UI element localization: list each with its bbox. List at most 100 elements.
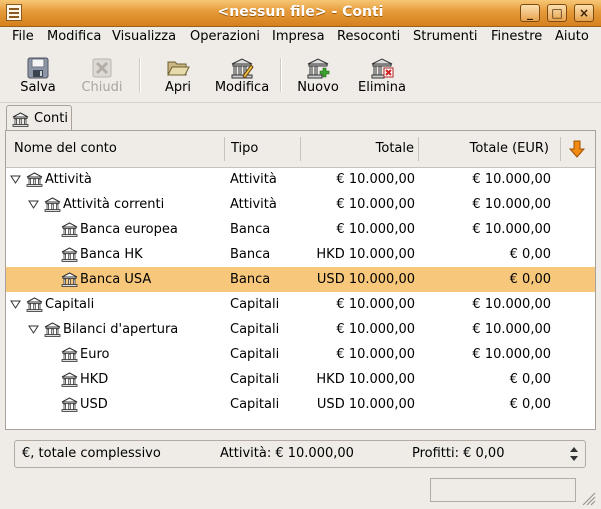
- column-picker-arrow-icon[interactable]: [569, 140, 585, 158]
- account-total-eur: € 10.000,00: [472, 197, 551, 212]
- maximize-button[interactable]: □: [547, 4, 567, 22]
- menu-aiuto[interactable]: Aiuto: [555, 27, 589, 47]
- menu-resoconti[interactable]: Resoconti: [337, 27, 400, 47]
- bank-icon: [44, 322, 61, 339]
- menu-finestre[interactable]: Finestre: [491, 27, 542, 47]
- account-type: Banca: [230, 247, 271, 262]
- account-name: Euro: [80, 347, 110, 362]
- account-total: € 10.000,00: [336, 197, 415, 212]
- expander-arrow-icon[interactable]: [28, 192, 39, 217]
- delete-account-icon: [371, 58, 394, 79]
- menu-visualizza[interactable]: Visualizza: [112, 27, 176, 47]
- bank-icon: [61, 247, 78, 264]
- account-row[interactable]: Attività Attività € 10.000,00 € 10.000,00: [6, 167, 595, 192]
- account-row[interactable]: Bilanci d'apertura Capitali € 10.000,00 € 1…: [6, 317, 595, 342]
- account-total-eur: € 10.000,00: [472, 322, 551, 337]
- summary-selector-arrows-icon[interactable]: [567, 445, 581, 463]
- bank-icon: [61, 372, 78, 389]
- account-type: Attività: [230, 172, 277, 187]
- close-page-button[interactable]: Chiudi: [76, 48, 128, 102]
- account-type: Capitali: [230, 297, 280, 312]
- account-total-eur: € 0,00: [509, 397, 551, 412]
- menu-strumenti[interactable]: Strumenti: [413, 27, 478, 47]
- expander-arrow-icon[interactable]: [10, 292, 21, 317]
- account-total: € 10.000,00: [336, 222, 415, 237]
- account-total-eur: € 10.000,00: [472, 172, 551, 187]
- expander-arrow-icon[interactable]: [28, 317, 39, 342]
- bank-icon: [61, 222, 78, 239]
- account-type: Banca: [230, 222, 271, 237]
- account-row[interactable]: USD Capitali USD 10.000,00 € 0,00: [6, 392, 595, 417]
- account-name: Bilanci d'apertura: [63, 322, 179, 337]
- account-total: € 10.000,00: [336, 347, 415, 362]
- status-progress-box: [430, 478, 576, 502]
- floppy-disk-icon: [27, 57, 49, 79]
- bank-icon: [61, 272, 78, 289]
- bank-icon: [12, 112, 29, 127]
- account-total-eur: € 10.000,00: [472, 222, 551, 237]
- toolbar: Salva Chiudi Apri Modifica Nuovo Elimina: [0, 48, 601, 103]
- folder-open-icon: [167, 61, 190, 76]
- account-total: € 10.000,00: [336, 297, 415, 312]
- summary-bar[interactable]: €, totale complessivo Attività: € 10.000…: [14, 440, 586, 468]
- bank-icon: [26, 297, 43, 314]
- account-row[interactable]: HKD Capitali HKD 10.000,00 € 0,00: [6, 367, 595, 392]
- toolbar-separator: [280, 58, 282, 92]
- new-account-label: Nuovo: [297, 80, 339, 95]
- save-button[interactable]: Salva: [12, 48, 64, 102]
- new-account-button[interactable]: Nuovo: [292, 48, 344, 102]
- delete-account-button[interactable]: Elimina: [354, 48, 410, 102]
- account-row[interactable]: Banca europea Banca € 10.000,00 € 10.000,00: [6, 217, 595, 242]
- column-header-type[interactable]: Tipo: [231, 131, 258, 167]
- new-account-icon: [307, 58, 330, 79]
- account-total-eur: € 0,00: [509, 372, 551, 387]
- column-header: Nome del conto Tipo Totale Totale (EUR): [6, 131, 595, 168]
- tab-conti[interactable]: Conti: [6, 105, 72, 131]
- account-type: Capitali: [230, 347, 280, 362]
- open-button[interactable]: Apri: [152, 48, 204, 102]
- close-page-icon: [92, 58, 112, 78]
- window-title: <nessun file> - Conti: [217, 4, 384, 20]
- tree-rows: Attività Attività € 10.000,00 € 10.000,00 At…: [6, 167, 595, 429]
- title-bar[interactable]: <nessun file> - Conti _ □ ×: [0, 0, 601, 27]
- summary-currency: €, totale complessivo: [22, 446, 161, 461]
- column-header-total-eur[interactable]: Totale (EUR): [424, 131, 549, 167]
- bank-icon: [44, 197, 61, 214]
- account-row[interactable]: Attività correnti Attività € 10.000,00 € 10…: [6, 192, 595, 217]
- summary-assets: Attività: € 10.000,00: [220, 446, 354, 461]
- column-separator: [560, 137, 561, 161]
- column-separator: [418, 137, 419, 161]
- edit-label: Modifica: [214, 80, 270, 95]
- tab-label: Conti: [34, 111, 68, 126]
- account-total: HKD 10.000,00: [316, 247, 415, 262]
- account-name: Banca HK: [80, 247, 143, 262]
- account-row[interactable]: Banca USA Banca USD 10.000,00 € 0,00: [6, 267, 595, 292]
- expander-arrow-icon[interactable]: [10, 167, 21, 192]
- edit-account-icon: [231, 58, 254, 79]
- menu-operazioni[interactable]: Operazioni: [190, 27, 260, 47]
- edit-button[interactable]: Modifica: [212, 48, 272, 102]
- menu-bar: File Modifica Visualizza Operazioni Impr…: [0, 27, 601, 47]
- menu-file[interactable]: File: [12, 27, 34, 47]
- account-type: Attività: [230, 197, 277, 212]
- account-row[interactable]: Euro Capitali € 10.000,00 € 10.000,00: [6, 342, 595, 367]
- account-row[interactable]: Banca HK Banca HKD 10.000,00 € 0,00: [6, 242, 595, 267]
- account-row[interactable]: Capitali Capitali € 10.000,00 € 10.000,00: [6, 292, 595, 317]
- account-name: Capitali: [45, 297, 95, 312]
- account-name: Attività correnti: [63, 197, 165, 212]
- close-button[interactable]: ×: [574, 4, 594, 22]
- column-separator: [224, 137, 225, 161]
- menu-impresa[interactable]: Impresa: [272, 27, 325, 47]
- resize-grip-icon[interactable]: [580, 490, 596, 506]
- menu-modifica[interactable]: Modifica: [47, 27, 101, 47]
- account-total: € 10.000,00: [336, 322, 415, 337]
- column-header-total[interactable]: Totale: [306, 131, 414, 167]
- account-type: Capitali: [230, 322, 280, 337]
- bank-icon: [61, 347, 78, 364]
- account-total: € 10.000,00: [336, 172, 415, 187]
- minimize-button[interactable]: _: [520, 4, 540, 22]
- account-type: Banca: [230, 272, 271, 287]
- account-type: Capitali: [230, 372, 280, 387]
- column-header-name[interactable]: Nome del conto: [14, 131, 117, 167]
- account-name: Attività: [45, 172, 92, 187]
